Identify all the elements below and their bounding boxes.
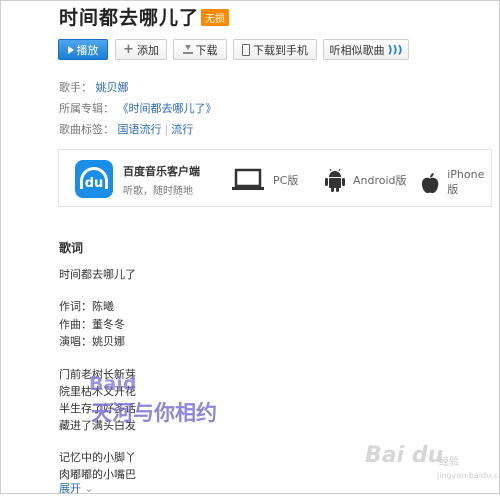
client-promo-banner: du 百度音乐客户端 听歌，随时随地 PC版 Android版 iPhone版	[58, 149, 492, 207]
platform-label: Android版	[353, 174, 407, 187]
play-label: 播放	[76, 43, 99, 57]
album-label: 所属专辑：	[59, 102, 114, 115]
lyric-line: 演唱：姚贝娜	[59, 335, 125, 348]
lyric-line: 作词：陈曦	[59, 300, 114, 313]
platform-android[interactable]: Android版	[325, 168, 407, 192]
download-button[interactable]: 下载	[173, 39, 227, 60]
expand-label: 展开	[59, 482, 81, 495]
app-title[interactable]: 百度音乐客户端	[123, 163, 200, 179]
download-icon	[182, 45, 193, 54]
phone-icon	[242, 43, 250, 56]
lyric-line: 作曲：董冬冬	[59, 318, 125, 331]
singer-link[interactable]: 姚贝娜	[96, 81, 129, 94]
singer-label: 歌手：	[59, 81, 92, 94]
baidu-music-logo-icon[interactable]: du	[75, 160, 113, 198]
tag-link[interactable]: 流行	[171, 123, 193, 136]
add-label: 添加	[136, 43, 159, 57]
album-link[interactable]: 《时间都去哪儿了》	[118, 102, 217, 115]
tag-separator: |	[164, 123, 169, 136]
platform-label: PC版	[273, 174, 299, 187]
jingyan-label: 经验	[439, 457, 459, 468]
android-icon	[325, 168, 345, 192]
baidu-jingyan-logo: Bai du	[365, 443, 444, 468]
download-label: 下载	[195, 43, 218, 57]
platform-label: iPhone版	[447, 168, 485, 196]
lossless-badge[interactable]: 无损	[201, 9, 229, 26]
laptop-icon	[232, 168, 264, 190]
app-subtitle: 听歌，随时随地	[123, 186, 193, 197]
download-phone-label: 下载到手机	[253, 43, 308, 57]
watermark-text: 天河与你相约	[91, 401, 217, 425]
tag-link[interactable]: 国语流行	[118, 123, 162, 136]
play-button[interactable]: 播放	[58, 39, 108, 60]
sound-wave-icon: )))	[387, 43, 403, 56]
lyric-line: 记忆中的小脚丫	[59, 451, 136, 464]
add-button[interactable]: + 添加	[115, 39, 167, 60]
apple-icon	[421, 172, 439, 193]
tags-label: 歌曲标签：	[59, 123, 114, 136]
platform-iphone[interactable]: iPhone版	[421, 168, 491, 197]
listen-similar-label: 听相似歌曲	[329, 43, 385, 57]
download-to-phone-button[interactable]: 下载到手机	[233, 39, 317, 60]
album-row: 所属专辑： 《时间都去哪儿了》	[59, 100, 217, 116]
tags-row: 歌曲标签： 国语流行 | 流行	[59, 121, 193, 137]
listen-similar-button[interactable]: 听相似歌曲 )))	[323, 39, 409, 60]
platform-pc[interactable]: PC版	[231, 168, 298, 192]
lyric-line: 时间都去哪儿了	[59, 268, 136, 281]
singer-row: 歌手： 姚贝娜	[59, 79, 129, 95]
jingyan-url: jingyan.baidu.com	[437, 471, 500, 480]
chevron-down-icon: ⌄	[84, 482, 94, 495]
watermark-text: Baid	[89, 373, 137, 395]
lyrics-heading: 歌词	[59, 241, 84, 255]
song-title: 时间都去哪儿了	[59, 7, 200, 29]
plus-icon: +	[123, 42, 134, 57]
play-icon	[67, 45, 74, 54]
